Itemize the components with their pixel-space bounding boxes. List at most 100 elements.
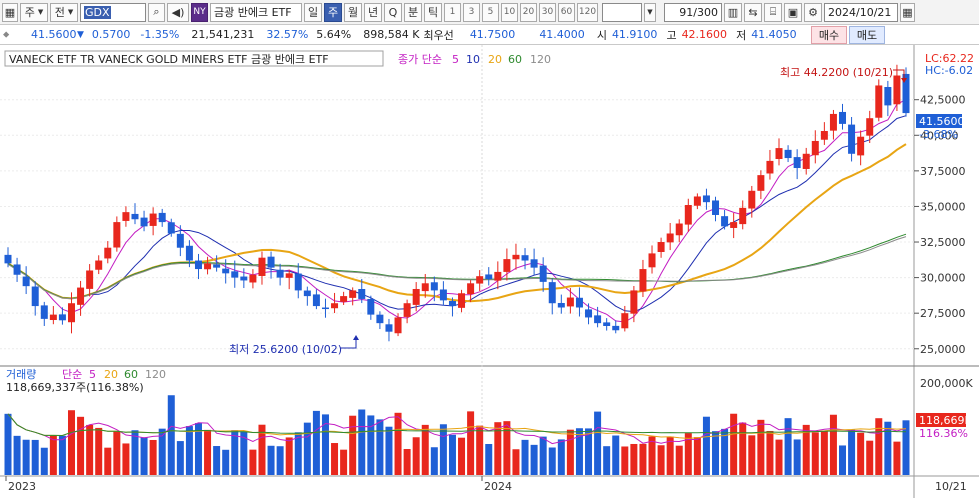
count-input[interactable]: 91/300	[664, 2, 722, 22]
candle-body	[349, 290, 357, 298]
settings-gear-icon[interactable]: ⚙	[804, 2, 822, 22]
candle-body	[839, 111, 847, 124]
best-ask-value: 41.7500	[469, 28, 516, 41]
amount-value: 898,584 K	[363, 28, 420, 41]
volume-bar	[775, 439, 783, 475]
grid-menu-icon[interactable]: ▦	[2, 2, 18, 22]
market-type-select[interactable]: 주 ▼	[20, 2, 48, 22]
interval-30-button[interactable]: 30	[539, 2, 556, 22]
volume-bar	[875, 418, 883, 475]
volume-bar	[503, 421, 511, 475]
volume-bar	[22, 439, 30, 475]
open-label: 시	[596, 28, 607, 42]
sell-button[interactable]: 매도	[849, 26, 885, 44]
period-tick-button[interactable]: 틱	[424, 2, 442, 22]
indicator-icon[interactable]: ⇆	[744, 2, 762, 22]
ma-label: 종가 단순	[398, 53, 442, 66]
price-volume-chart[interactable]: 42,500040,00037,500035,000032,500030,000…	[0, 45, 979, 498]
candle-body	[512, 254, 520, 260]
candle-body	[802, 153, 810, 169]
interval-20-button[interactable]: 20	[520, 2, 537, 22]
volume-bar	[621, 446, 629, 475]
candle-body	[376, 314, 384, 324]
volume-bar	[204, 429, 212, 475]
x-axis-label-2024: 2024	[484, 480, 512, 493]
candle-body	[712, 200, 720, 215]
candle-body	[231, 271, 239, 278]
volume-bar	[530, 444, 538, 475]
candle-body	[367, 298, 375, 315]
price-axis-label: 32,5000	[920, 236, 966, 249]
interval-60-button[interactable]: 60	[558, 2, 575, 22]
interval-custom-input[interactable]	[602, 2, 642, 22]
volume-bar	[49, 435, 57, 475]
candle-body	[575, 297, 583, 308]
candle-body	[285, 273, 293, 278]
period-week-button[interactable]: 주	[324, 2, 342, 22]
candle-body	[331, 303, 339, 309]
candle-body	[249, 274, 257, 283]
chevron-down-icon[interactable]: ▼	[644, 2, 656, 22]
period-month-button[interactable]: 월	[344, 2, 362, 22]
price-axis-label: 25,0000	[920, 343, 966, 356]
candle-body	[448, 300, 456, 307]
speaker-icon[interactable]: ◀)	[167, 2, 189, 22]
candle-body	[866, 118, 874, 136]
chart-area[interactable]: 42,5000 40,000 37,5000 35,0000 32,5000 30,000…	[0, 45, 979, 498]
save-icon[interactable]: ▣	[784, 2, 802, 22]
high-label: 고	[666, 28, 677, 42]
period-year-button[interactable]: 년	[364, 2, 382, 22]
volume-bar	[439, 424, 447, 475]
volume-bar	[893, 441, 901, 475]
volume-bar	[67, 410, 75, 475]
date-input[interactable]: 2024/10/21	[824, 2, 898, 22]
volume-ma-5-label: 5	[89, 368, 96, 381]
interval-10-button[interactable]: 10	[501, 2, 518, 22]
volume-pct-tag: 116.36%	[919, 427, 968, 440]
price-axis-label: 30,0000	[920, 272, 966, 285]
volume-bar	[485, 443, 493, 475]
ticker-input[interactable]: GDX	[80, 2, 146, 22]
chart-type-icon[interactable]: ▥	[724, 2, 742, 22]
volume-bar	[848, 429, 856, 475]
interval-1-button[interactable]: 1	[444, 2, 461, 22]
candle-body	[267, 256, 275, 268]
candle-body	[775, 148, 783, 159]
volume-bar	[122, 443, 130, 475]
candle-body	[403, 303, 411, 317]
search-icon[interactable]: ⌕	[148, 2, 165, 22]
change-percent: -1.35%	[140, 28, 180, 41]
volume-bar	[666, 436, 674, 475]
candle-body	[104, 247, 112, 259]
period-minute-button[interactable]: 분	[404, 2, 422, 22]
candle-body	[557, 302, 565, 308]
volume-bar	[4, 413, 12, 475]
candle-body	[358, 289, 366, 299]
buy-button[interactable]: 매수	[811, 26, 847, 44]
volume-bar	[630, 443, 638, 475]
volume-bar	[448, 434, 456, 475]
period-quarter-button[interactable]: Q	[384, 2, 402, 22]
candle-body	[721, 216, 729, 227]
candle-body	[739, 207, 747, 225]
candle-body	[585, 309, 593, 318]
market-scope-select[interactable]: 전 ▼	[50, 2, 78, 22]
volume-bar	[557, 439, 565, 475]
interval-5-button[interactable]: 5	[482, 2, 499, 22]
volume-bar	[95, 427, 103, 475]
candle-body	[857, 136, 865, 156]
candle-body	[639, 269, 647, 292]
interval-3-button[interactable]: 3	[463, 2, 480, 22]
candle-body	[303, 290, 311, 297]
volume-bar	[421, 424, 429, 475]
candle-body	[467, 283, 475, 295]
calendar-icon[interactable]: ▦	[900, 2, 915, 22]
draw-tool-icon[interactable]: ⌸	[764, 2, 782, 22]
price-axis-label: 42,5000	[920, 94, 966, 107]
candle-body	[893, 75, 901, 105]
volume-bar	[349, 415, 357, 475]
change-value: 0.5700	[91, 28, 131, 41]
toolbar: ▦ 주 ▼ 전 ▼ GDX ⌕ ◀) NY 금광 반에크 ETF 일 주 월 년 Q…	[0, 0, 979, 25]
interval-120-button[interactable]: 120	[577, 2, 598, 22]
period-day-button[interactable]: 일	[304, 2, 322, 22]
